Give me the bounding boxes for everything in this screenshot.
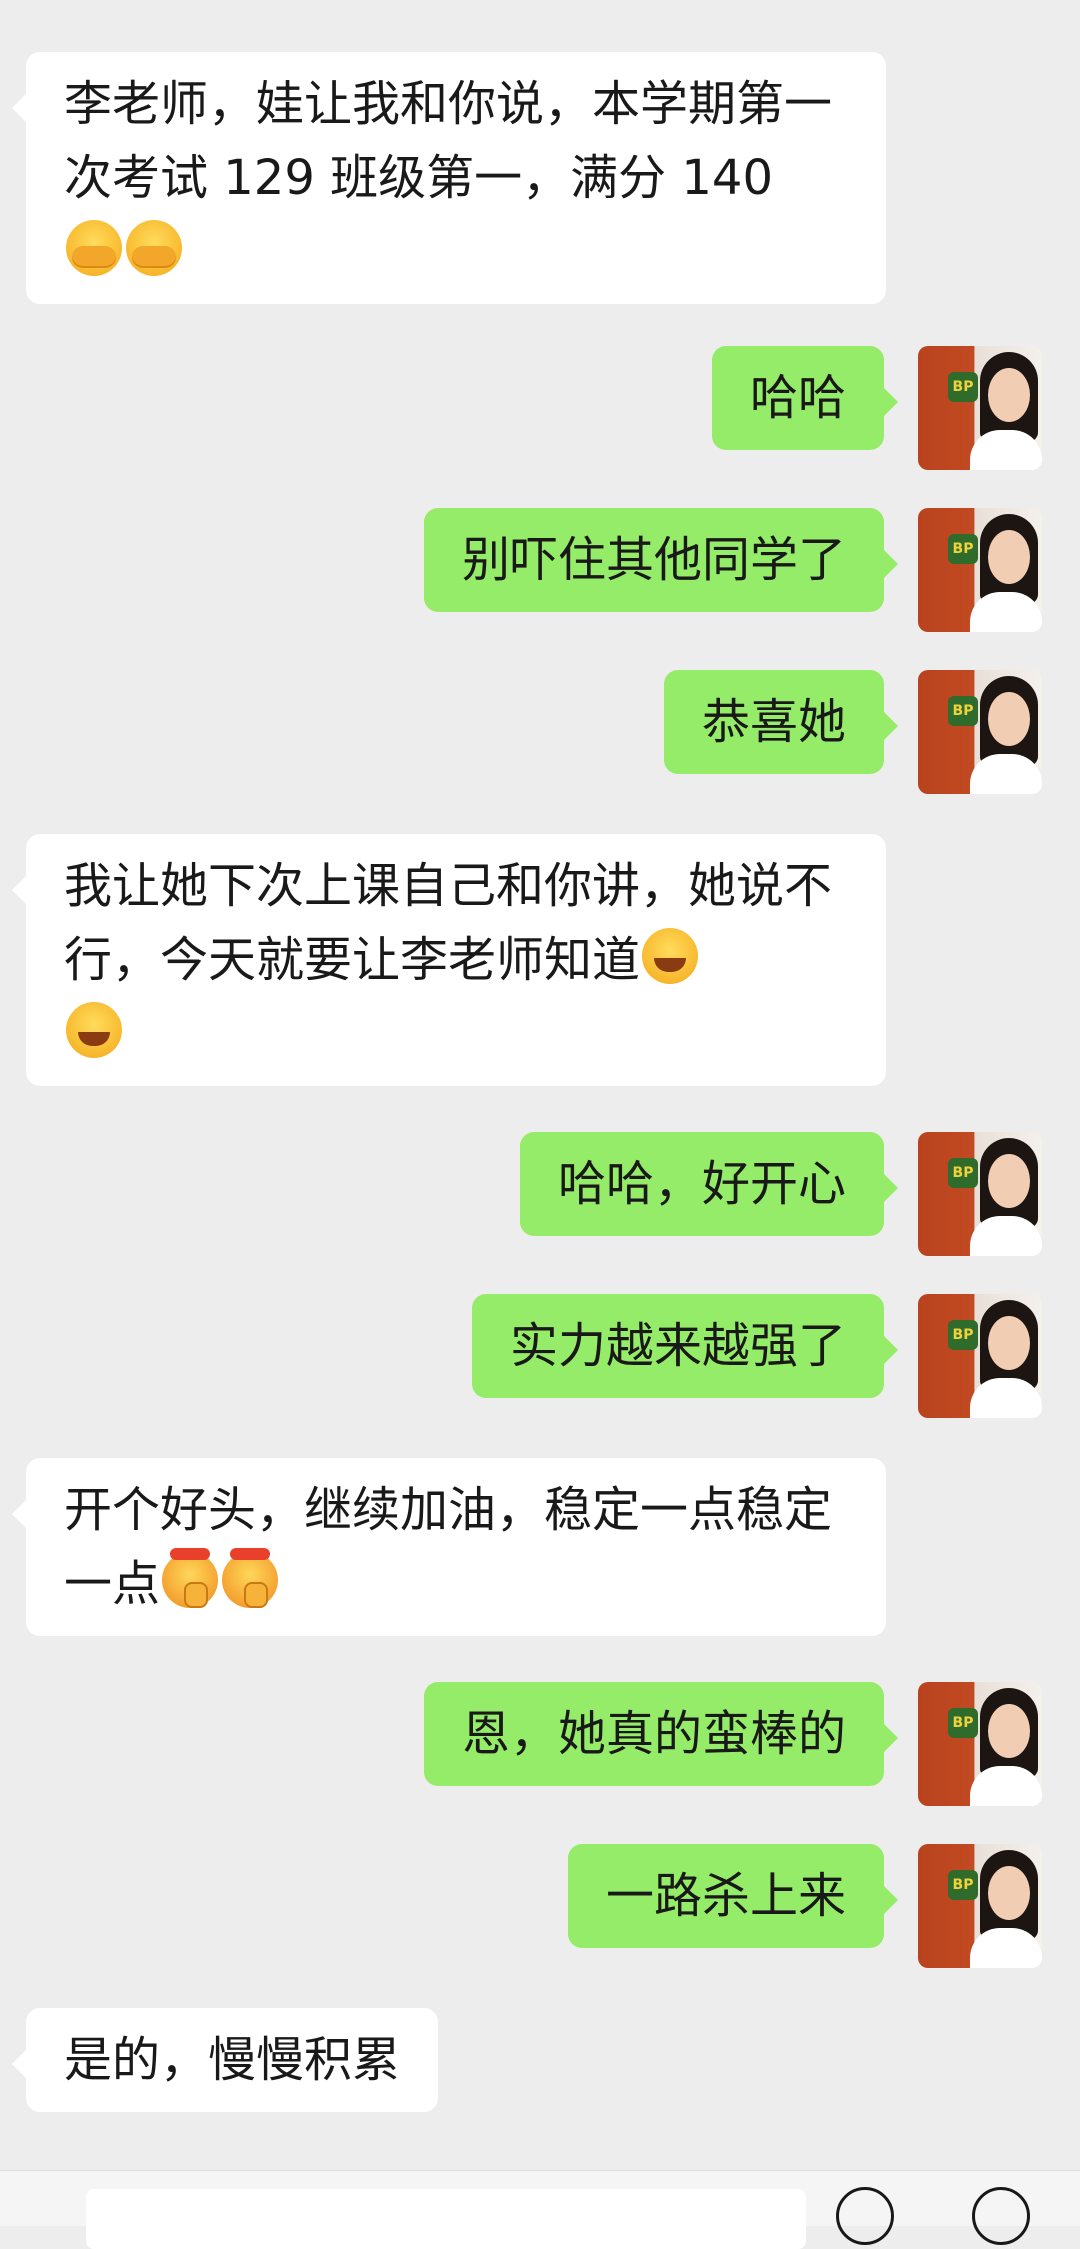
sent-message: 实力越来越强了 [471,1294,899,1398]
chat-input-bar [0,2170,1080,2249]
user-avatar[interactable]: BP [918,508,1042,632]
message-bubble[interactable]: 哈哈 [711,346,899,450]
sent-message: 恩，她真的蛮棒的 [423,1682,899,1786]
user-avatar[interactable]: BP [918,1294,1042,1418]
sent-message: 哈哈 [711,346,899,450]
message-bubble[interactable]: 哈哈，好开心 [519,1132,899,1236]
determined-face-emoji-icon [162,1548,219,1608]
user-avatar[interactable]: BP [918,346,1042,470]
received-message: 开个好头，继续加油，稳定一点稳定一点 [12,1458,886,1636]
message-bubble[interactable]: 是的，慢慢积累 [11,2008,439,2112]
message-text: 实力越来越强了 [509,1318,846,1374]
chat-message-list[interactable]: 李老师，娃让我和你说，本学期第一次考试 129 班级第一，满分 140 哈哈 B… [0,0,1080,2170]
message-text: 恩，她真的蛮棒的 [461,1706,846,1762]
user-avatar[interactable]: BP [918,1132,1042,1256]
message-text: 别吓住其他同学了 [461,532,846,588]
tears-of-joy-emoji-icon [66,1002,122,1058]
message-bubble[interactable]: 李老师，娃让我和你说，本学期第一次考试 129 班级第一，满分 140 [12,52,886,304]
message-text: 我让她下次上课自己和你讲，她说不行，今天就要让李老师知道 [64,858,833,988]
tears-of-joy-emoji-icon [642,928,699,984]
add-more-icon[interactable] [972,2187,1030,2245]
message-text: 恭喜她 [701,694,846,750]
message-bubble[interactable]: 恩，她真的蛮棒的 [423,1682,899,1786]
message-text: 一路杀上来 [605,1868,846,1924]
message-bubble[interactable]: 开个好头，继续加油，稳定一点稳定一点 [12,1458,886,1636]
user-avatar[interactable]: BP [918,1844,1042,1968]
sent-message: 哈哈，好开心 [519,1132,899,1236]
received-message: 我让她下次上课自己和你讲，她说不行，今天就要让李老师知道 [12,834,886,1086]
message-text: 李老师，娃让我和你说，本学期第一次考试 129 班级第一，满分 140 [64,76,833,206]
user-avatar[interactable]: BP [918,670,1042,794]
message-text: 哈哈 [749,370,846,426]
message-bubble[interactable]: 别吓住其他同学了 [423,508,899,612]
message-bubble[interactable]: 一路杀上来 [567,1844,899,1948]
determined-face-emoji-icon [222,1548,279,1608]
sent-message: 恭喜她 [663,670,899,774]
received-message: 李老师，娃让我和你说，本学期第一次考试 129 班级第一，满分 140 [12,52,886,304]
message-input[interactable] [86,2189,806,2249]
sent-message: 一路杀上来 [567,1844,899,1948]
emoji-icon[interactable] [836,2187,894,2245]
message-bubble[interactable]: 恭喜她 [663,670,899,774]
cover-face-emoji-icon [66,220,122,276]
message-bubble[interactable]: 我让她下次上课自己和你讲，她说不行，今天就要让李老师知道 [12,834,886,1086]
message-text: 是的，慢慢积累 [64,2032,401,2088]
user-avatar[interactable]: BP [918,1682,1042,1806]
message-text: 哈哈，好开心 [557,1156,846,1212]
sent-message: 别吓住其他同学了 [423,508,899,612]
cover-face-emoji-icon [126,220,182,276]
received-message: 是的，慢慢积累 [11,2008,439,2112]
message-bubble[interactable]: 实力越来越强了 [471,1294,899,1398]
